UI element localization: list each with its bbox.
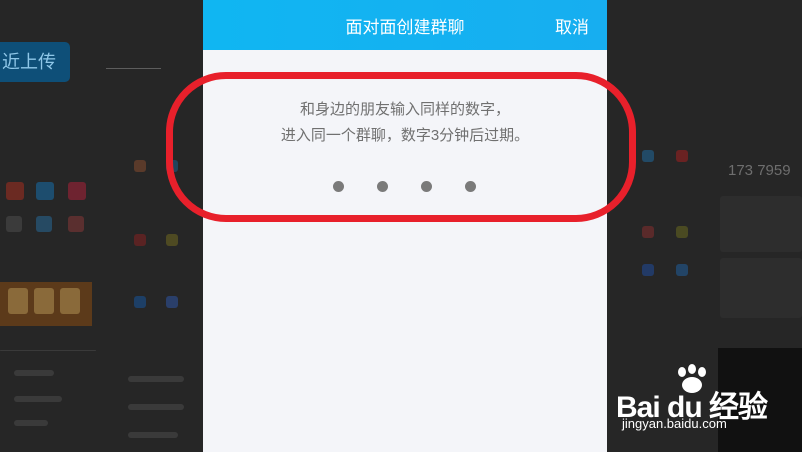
bg-app-icon xyxy=(166,296,178,308)
bg-list-item xyxy=(14,396,62,402)
bg-divider xyxy=(0,350,96,351)
bg-app-icon xyxy=(36,216,52,232)
background-phone-number: 173 7959 xyxy=(728,162,791,179)
recent-upload-button: 近上传 xyxy=(0,42,70,82)
bg-app-icon xyxy=(676,150,688,162)
bg-card xyxy=(720,258,802,318)
bg-app-icon xyxy=(676,226,688,238)
bg-app-icon xyxy=(166,234,178,246)
bg-list-item xyxy=(14,420,48,426)
bg-app-icon xyxy=(642,150,654,162)
baidu-watermark: Bai du 经验 jingyan.baidu.com xyxy=(616,364,802,434)
bg-app-icon xyxy=(642,264,654,276)
dialog-title: 面对面创建群聊 xyxy=(345,18,465,37)
bg-app-icon xyxy=(68,182,86,200)
bg-banner-card xyxy=(34,288,54,314)
bg-list-item xyxy=(128,404,184,410)
bg-app-icon xyxy=(642,226,654,238)
bg-app-icon xyxy=(6,216,22,232)
bg-card xyxy=(720,196,802,252)
bg-app-icon xyxy=(134,160,146,172)
bg-app-icon xyxy=(134,234,146,246)
bg-app-icon xyxy=(6,182,24,200)
background-link xyxy=(106,58,161,70)
bg-banner-card xyxy=(60,288,80,314)
bg-app-icon xyxy=(134,296,146,308)
bg-banner-card xyxy=(8,288,28,314)
bg-list-item xyxy=(128,376,184,382)
highlight-ring xyxy=(166,72,636,222)
cancel-button[interactable]: 取消 xyxy=(555,13,589,38)
bg-list-item xyxy=(128,432,178,438)
bg-app-icon xyxy=(68,216,84,232)
bg-list-item xyxy=(14,370,54,376)
face-to-face-dialog: 面对面创建群聊 取消 和身边的朋友输入同样的数字， 进入同一个群聊，数字3分钟后… xyxy=(203,0,607,452)
dialog-header: 面对面创建群聊 取消 xyxy=(203,0,607,50)
watermark-url: jingyan.baidu.com xyxy=(622,416,727,431)
bg-app-icon xyxy=(676,264,688,276)
bg-app-icon xyxy=(36,182,54,200)
